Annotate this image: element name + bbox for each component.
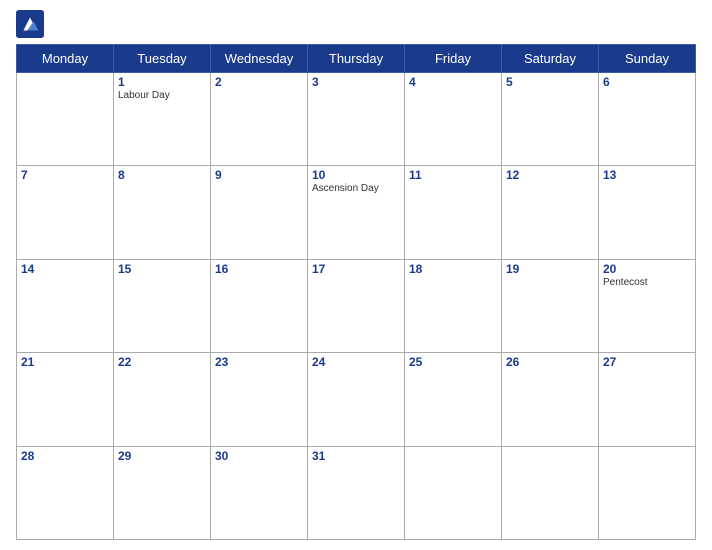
day-header-saturday: Saturday	[502, 45, 599, 73]
day-header-tuesday: Tuesday	[114, 45, 211, 73]
holiday-label: Labour Day	[118, 90, 206, 101]
day-header-friday: Friday	[405, 45, 502, 73]
day-cell: 3	[308, 73, 405, 166]
day-header-sunday: Sunday	[599, 45, 696, 73]
day-cell: 16	[211, 259, 308, 352]
day-number: 18	[409, 262, 497, 276]
day-number: 22	[118, 355, 206, 369]
day-number: 13	[603, 168, 691, 182]
day-cell: 12	[502, 166, 599, 259]
day-number: 8	[118, 168, 206, 182]
day-cell: 15	[114, 259, 211, 352]
calendar-table: MondayTuesdayWednesdayThursdayFridaySatu…	[16, 44, 696, 540]
day-cell: 6	[599, 73, 696, 166]
day-number: 4	[409, 75, 497, 89]
day-header-wednesday: Wednesday	[211, 45, 308, 73]
day-number: 12	[506, 168, 594, 182]
day-header-thursday: Thursday	[308, 45, 405, 73]
calendar-body: 1Labour Day2345678910Ascension Day111213…	[17, 73, 696, 540]
day-number: 1	[118, 75, 206, 89]
holiday-label: Ascension Day	[312, 183, 400, 194]
week-row-4: 21 22 23 24 25 26 27	[17, 353, 696, 446]
day-cell: 4	[405, 73, 502, 166]
calendar-header: MondayTuesdayWednesdayThursdayFridaySatu…	[17, 45, 696, 73]
day-cell	[599, 446, 696, 539]
day-cell	[502, 446, 599, 539]
day-number: 16	[215, 262, 303, 276]
day-number: 3	[312, 75, 400, 89]
day-number: 19	[506, 262, 594, 276]
day-cell: 23	[211, 353, 308, 446]
day-cell: 8	[114, 166, 211, 259]
day-number: 30	[215, 449, 303, 463]
day-cell: 9	[211, 166, 308, 259]
calendar-page: MondayTuesdayWednesdayThursdayFridaySatu…	[0, 0, 712, 550]
day-cell: 1Labour Day	[114, 73, 211, 166]
day-cell: 2	[211, 73, 308, 166]
day-header-monday: Monday	[17, 45, 114, 73]
day-cell: 22	[114, 353, 211, 446]
logo-icon	[16, 10, 44, 38]
day-number: 9	[215, 168, 303, 182]
day-cell: 19	[502, 259, 599, 352]
day-number: 15	[118, 262, 206, 276]
day-number: 10	[312, 168, 400, 182]
day-cell: 5	[502, 73, 599, 166]
day-cell: 30	[211, 446, 308, 539]
day-number: 5	[506, 75, 594, 89]
week-row-2: 789 10Ascension Day 11 12 13	[17, 166, 696, 259]
day-cell: 27	[599, 353, 696, 446]
day-number: 23	[215, 355, 303, 369]
day-number: 21	[21, 355, 109, 369]
day-number: 24	[312, 355, 400, 369]
day-cell: 31	[308, 446, 405, 539]
day-cell: 21	[17, 353, 114, 446]
week-row-5: 28 29 30 31	[17, 446, 696, 539]
day-number: 29	[118, 449, 206, 463]
holiday-label: Pentecost	[603, 277, 691, 288]
day-number: 7	[21, 168, 109, 182]
header-row: MondayTuesdayWednesdayThursdayFridaySatu…	[17, 45, 696, 73]
day-cell: 28	[17, 446, 114, 539]
day-cell: 11	[405, 166, 502, 259]
day-cell: 7	[17, 166, 114, 259]
day-number: 14	[21, 262, 109, 276]
day-cell: 20Pentecost	[599, 259, 696, 352]
day-number: 17	[312, 262, 400, 276]
day-number: 11	[409, 168, 497, 182]
day-number: 28	[21, 449, 109, 463]
day-cell	[405, 446, 502, 539]
day-number: 20	[603, 262, 691, 276]
day-number: 31	[312, 449, 400, 463]
logo	[16, 10, 48, 38]
day-cell: 29	[114, 446, 211, 539]
day-number: 26	[506, 355, 594, 369]
day-cell: 17	[308, 259, 405, 352]
day-cell: 24	[308, 353, 405, 446]
day-cell: 10Ascension Day	[308, 166, 405, 259]
day-number: 25	[409, 355, 497, 369]
day-cell	[17, 73, 114, 166]
day-cell: 25	[405, 353, 502, 446]
day-number: 2	[215, 75, 303, 89]
day-cell: 13	[599, 166, 696, 259]
day-cell: 26	[502, 353, 599, 446]
week-row-1: 1Labour Day 23456	[17, 73, 696, 166]
day-number: 27	[603, 355, 691, 369]
day-cell: 18	[405, 259, 502, 352]
day-cell: 14	[17, 259, 114, 352]
week-row-3: 14 15 16 17 18 19 20Pentecost	[17, 259, 696, 352]
day-number: 6	[603, 75, 691, 89]
header	[16, 10, 696, 38]
